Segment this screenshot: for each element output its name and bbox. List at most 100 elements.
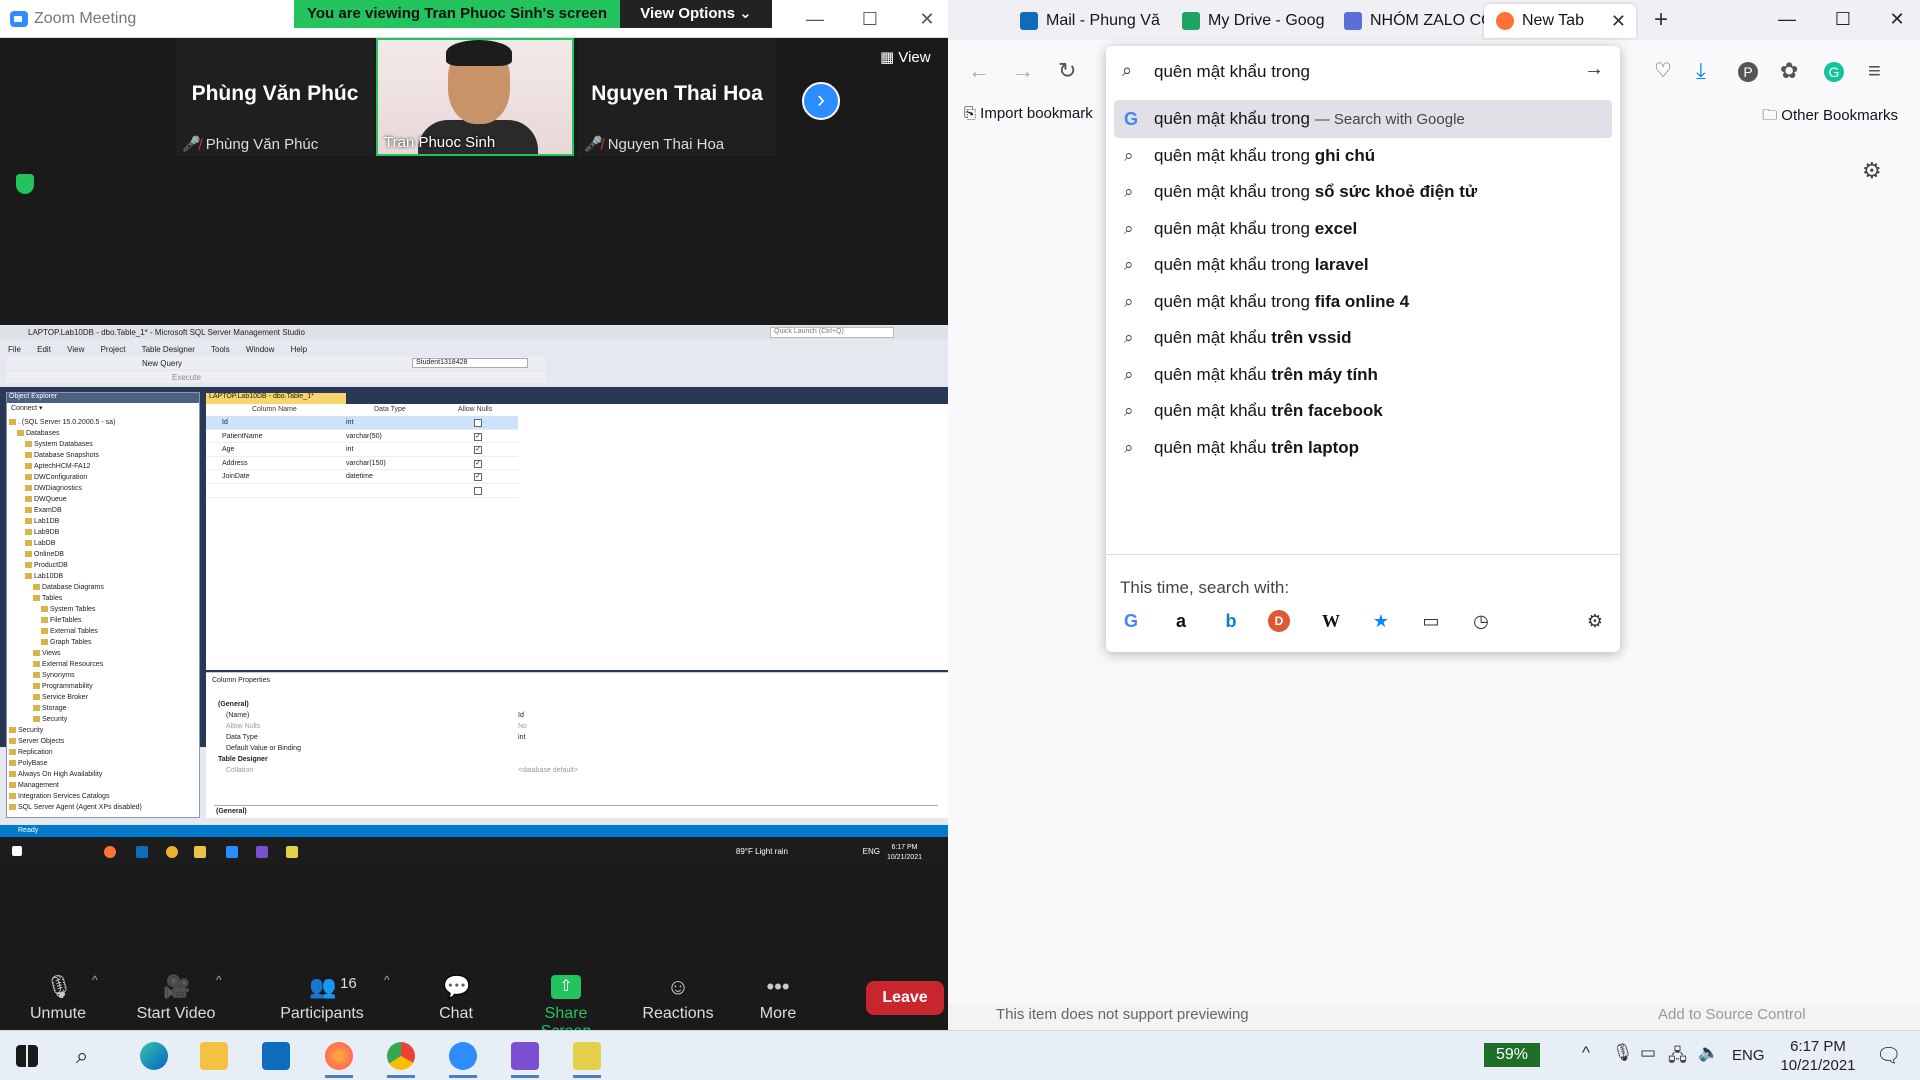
leave-button[interactable]: Leave xyxy=(866,981,944,1015)
participant-video-tile[interactable]: Tran Phuoc Sinh xyxy=(376,38,574,156)
tree-node[interactable]: Management xyxy=(9,780,195,791)
view-button[interactable]: ▦ View xyxy=(880,48,931,66)
search-suggestion[interactable]: Gquên mật khẩu trong — Search with Googl… xyxy=(1114,100,1612,138)
start-video-button[interactable]: 🎥 Start Video xyxy=(134,975,218,1023)
search-suggestion[interactable]: ⌕ quên mật khẩu trên facebook xyxy=(1114,392,1612,430)
firefox-taskbar-icon[interactable] xyxy=(325,1042,353,1078)
tree-node[interactable]: OnlineDB xyxy=(9,549,195,560)
table-row[interactable]: PatientName varchar(50) ✓ xyxy=(206,430,518,444)
participants-button[interactable]: 👥 16 Participants xyxy=(280,975,364,1023)
tree-node[interactable]: DWConfiguration xyxy=(9,472,195,483)
extension-icon[interactable]: ✿ xyxy=(1780,58,1798,84)
table-row[interactable] xyxy=(206,484,518,498)
allow-nulls-checkbox[interactable]: ✓ xyxy=(474,473,482,482)
other-bookmarks-button[interactable]: 🗀 Other Bookmarks xyxy=(1762,105,1898,130)
tree-node[interactable]: Database Snapshots xyxy=(9,450,195,461)
tree-node[interactable]: Graph Tables xyxy=(9,637,195,648)
next-page-arrow-icon[interactable]: › xyxy=(802,82,840,120)
minimize-icon[interactable]: — xyxy=(1764,4,1810,34)
property-row[interactable]: (Name) Id xyxy=(214,710,938,721)
allow-nulls-checkbox[interactable]: ✓ xyxy=(474,459,482,468)
tab-zalo[interactable]: NHÓM ZALO CĆ xyxy=(1332,4,1492,38)
close-icon[interactable]: ✕ xyxy=(1874,4,1920,34)
data-type-cell[interactable]: int xyxy=(346,419,353,426)
property-row[interactable]: Table Designer xyxy=(214,754,938,765)
execute-button[interactable]: Execute xyxy=(172,373,201,382)
tree-node[interactable]: ProductDB xyxy=(9,560,195,571)
tree-node[interactable]: Always On High Availability xyxy=(9,769,195,780)
audio-options-chevron-icon[interactable]: ^ xyxy=(92,973,98,987)
mail-icon[interactable] xyxy=(262,1042,290,1070)
tree-node[interactable]: Integration Services Catalogs xyxy=(9,791,195,802)
edge-icon[interactable] xyxy=(140,1042,168,1070)
tree-node[interactable]: System Tables xyxy=(9,604,195,615)
tree-node[interactable]: Storage xyxy=(9,703,195,714)
minimize-icon[interactable]: — xyxy=(800,6,830,32)
view-options-button[interactable]: View Options ⌄ xyxy=(620,0,772,28)
data-type-cell[interactable]: varchar(50) xyxy=(346,433,382,440)
participants-options-chevron-icon[interactable]: ^ xyxy=(384,973,390,987)
search-icon[interactable]: ⌕ xyxy=(76,1042,104,1070)
participant-tile[interactable]: Phùng Văn Phúc 🎤̸ Phùng Văn Phúc xyxy=(176,38,374,156)
downloads-icon[interactable]: ⤓ xyxy=(1696,58,1706,84)
data-type-cell[interactable]: int xyxy=(346,446,353,453)
address-input[interactable]: quên mật khẩu trong xyxy=(1154,62,1310,82)
tree-node[interactable]: External Resources xyxy=(9,659,195,670)
tree-node[interactable]: Security xyxy=(9,714,195,725)
tree-node[interactable]: Synonyms xyxy=(9,670,195,681)
tree-node[interactable]: Lab9DB xyxy=(9,527,195,538)
allow-nulls-checkbox[interactable]: ✓ xyxy=(474,432,482,441)
menu-edit[interactable]: Edit xyxy=(37,345,51,354)
tree-node[interactable]: . (SQL Server 15.0.2000.5 - sa) xyxy=(9,417,195,428)
show-hidden-icons-chevron-icon[interactable]: ^ xyxy=(1582,1043,1590,1063)
duckduckgo-engine-icon[interactable]: D xyxy=(1268,610,1290,632)
notifications-icon[interactable]: 🗨 xyxy=(1876,1043,1901,1068)
tree-node[interactable]: System Databases xyxy=(9,439,195,450)
menu-window[interactable]: Window xyxy=(246,345,274,354)
database-select[interactable]: Student1318428 xyxy=(412,358,528,368)
network-icon[interactable]: 🖧 xyxy=(1668,1043,1687,1072)
search-suggestion[interactable]: ⌕ quên mật khẩu trên laptop xyxy=(1114,429,1612,467)
menu-tools[interactable]: Tools xyxy=(211,345,230,354)
tree-node[interactable]: DWDiagnostics xyxy=(9,483,195,494)
allow-nulls-checkbox[interactable]: ✓ xyxy=(474,446,482,455)
tree-node[interactable]: Tables xyxy=(9,593,195,604)
hamburger-menu-icon[interactable]: ≡ xyxy=(1868,58,1881,84)
maximize-icon[interactable]: ☐ xyxy=(1820,4,1866,34)
connect-button[interactable]: Connect ▾ xyxy=(7,404,199,414)
table-row[interactable]: Address varchar(150) ✓ xyxy=(206,457,518,471)
tab-mail[interactable]: Mail - Phung Vă xyxy=(1008,4,1168,38)
search-suggestion[interactable]: ⌕ quên mật khẩu trên vssid xyxy=(1114,319,1612,357)
chrome-taskbar-icon[interactable] xyxy=(387,1042,415,1078)
ssms-taskbar-icon[interactable] xyxy=(573,1042,601,1078)
table-row[interactable]: Id int xyxy=(206,416,518,430)
column-name-cell[interactable]: PatientName xyxy=(222,433,262,440)
pocket-icon[interactable]: ♡ xyxy=(1654,58,1672,83)
tree-node[interactable]: External Tables xyxy=(9,626,195,637)
tree-node[interactable]: PolyBase xyxy=(9,758,195,769)
column-name-cell[interactable]: Id xyxy=(222,419,228,426)
unmute-button[interactable]: 🎙 Unmute xyxy=(28,975,88,1023)
search-suggestion[interactable]: ⌕ quên mật khẩu trong laravel xyxy=(1114,246,1612,284)
tree-node[interactable]: Views xyxy=(9,648,195,659)
property-row[interactable]: Allow Nulls No xyxy=(214,721,938,732)
file-explorer-icon[interactable] xyxy=(200,1042,228,1070)
reload-icon[interactable]: ↻ xyxy=(1058,58,1076,84)
search-suggestion[interactable]: ⌕ quên mật khẩu trong sổ sức khoẻ điện tử xyxy=(1114,173,1612,211)
search-suggestion[interactable]: ⌕ quên mật khẩu trên máy tính xyxy=(1114,356,1612,394)
amazon-engine-icon[interactable]: a xyxy=(1168,608,1194,634)
data-type-cell[interactable]: varchar(150) xyxy=(346,460,386,467)
tree-node[interactable]: Database Diagrams xyxy=(9,582,195,593)
bookmarks-star-icon[interactable]: ★ xyxy=(1368,608,1394,634)
visual-studio-taskbar-icon[interactable] xyxy=(511,1042,539,1078)
grammarly-icon[interactable]: G xyxy=(1824,62,1844,82)
reactions-button[interactable]: ☺ Reactions xyxy=(642,975,714,1023)
tree-node[interactable]: Lab10DB xyxy=(9,571,195,582)
menu-project[interactable]: Project xyxy=(101,345,126,354)
tree-node[interactable]: SQL Server Agent (Agent XPs disabled) xyxy=(9,802,195,813)
tree-node[interactable]: FileTables xyxy=(9,615,195,626)
more-button[interactable]: ••• More xyxy=(756,975,800,1023)
go-arrow-icon[interactable]: → xyxy=(1584,58,1604,81)
microphone-icon[interactable]: 🎙 xyxy=(1612,1043,1634,1063)
forward-arrow-icon[interactable]: → xyxy=(1012,58,1034,84)
